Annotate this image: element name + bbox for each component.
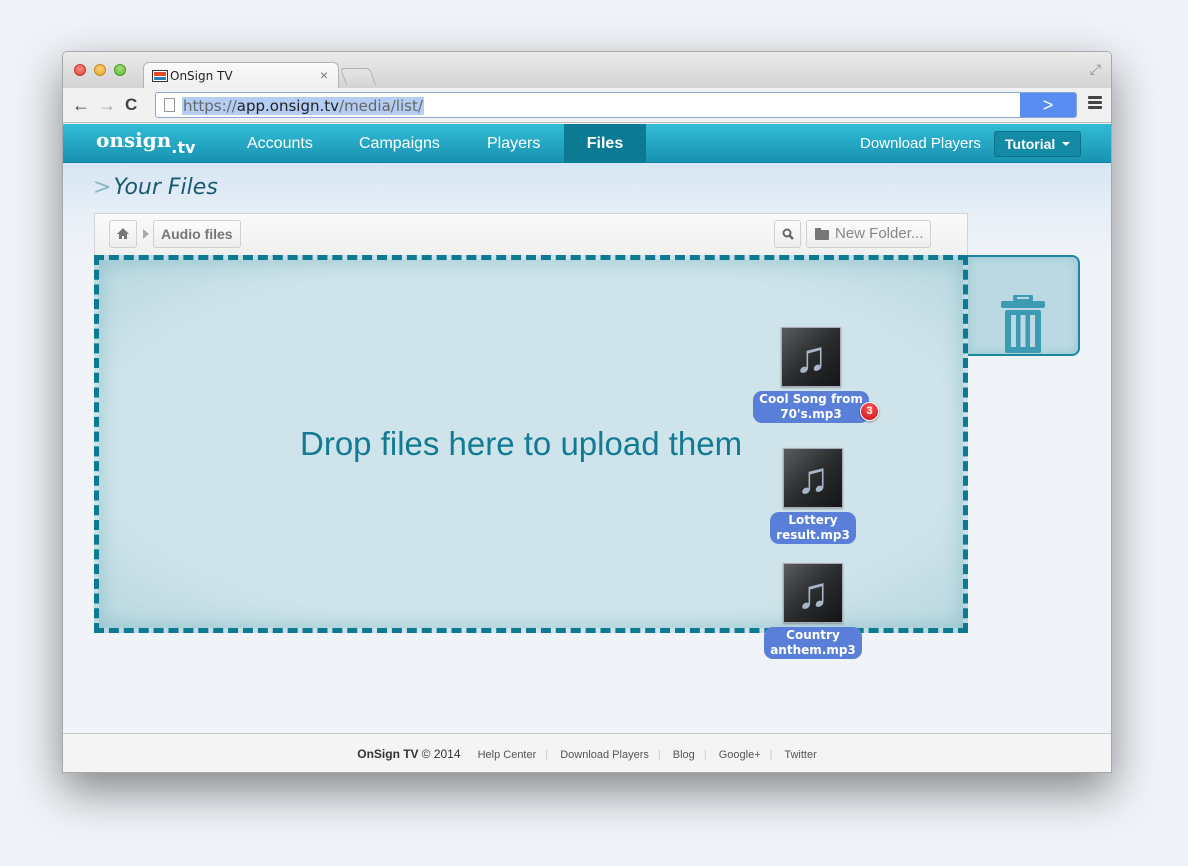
breadcrumb-separator-icon — [143, 229, 149, 239]
folder-icon — [815, 228, 829, 240]
zoom-window-button[interactable] — [114, 64, 126, 76]
file-name: Country anthem.mp3 — [764, 627, 862, 659]
tab-close-icon[interactable]: × — [320, 67, 328, 83]
forward-icon[interactable]: → — [98, 94, 116, 116]
nav-campaigns[interactable]: Campaigns — [359, 124, 440, 163]
home-icon — [117, 228, 129, 239]
favicon-icon — [152, 70, 168, 82]
browser-tab[interactable]: OnSign TV × — [143, 62, 339, 89]
browser-window: OnSign TV × ⤢ ← → C https://app.onsign.t… — [62, 51, 1112, 773]
breadcrumb-audio-files[interactable]: Audio files — [153, 220, 241, 248]
nav-players[interactable]: Players — [487, 124, 540, 163]
footer-brand: OnSign TV — [357, 747, 419, 761]
footer-link-blog[interactable]: Blog — [673, 749, 695, 761]
drop-hint: Drop files here to upload them — [300, 425, 743, 462]
page-title: >Your Files — [93, 175, 218, 200]
back-icon[interactable]: ← — [72, 94, 90, 116]
file-name: Lottery result.mp3 — [770, 512, 856, 544]
home-button[interactable] — [109, 220, 137, 248]
main-content: >Your Files Audio files New Folder... Dr… — [63, 163, 1111, 733]
tutorial-dropdown[interactable]: Tutorial — [994, 131, 1081, 157]
download-players-link[interactable]: Download Players — [860, 124, 981, 163]
footer-link-google-plus[interactable]: Google+ — [719, 749, 761, 761]
footer-copyright: © 2014 — [421, 747, 461, 761]
app-navbar: onsign.tv Accounts Campaigns Players Fil… — [63, 124, 1111, 169]
footer-link-twitter[interactable]: Twitter — [784, 749, 816, 761]
search-icon — [782, 228, 794, 240]
tab-title: OnSign TV — [170, 69, 233, 83]
file-item[interactable]: ♫ Cool Song from 70's.mp3 — [751, 327, 871, 423]
browser-toolbar: ← → C https://app.onsign.tv/media/list/ … — [63, 88, 1111, 123]
music-note-icon: ♫ — [781, 327, 841, 387]
minimize-window-button[interactable] — [94, 64, 106, 76]
selection-count-badge: 3 — [860, 402, 879, 421]
music-note-icon: ♫ — [783, 448, 843, 508]
footer: OnSign TV © 2014 Help Center | Download P… — [63, 733, 1111, 772]
new-tab-button[interactable] — [339, 68, 377, 85]
new-folder-button[interactable]: New Folder... — [806, 220, 931, 248]
close-window-button[interactable] — [74, 64, 86, 76]
nav-files[interactable]: Files — [564, 124, 646, 169]
file-browser-toolbar: Audio files New Folder... — [94, 213, 968, 255]
address-bar[interactable]: https://app.onsign.tv/media/list/ > — [155, 92, 1077, 118]
browser-menu-icon[interactable] — [1088, 96, 1102, 110]
file-item[interactable]: ♫ Lottery result.mp3 — [753, 448, 873, 544]
search-button[interactable] — [774, 220, 801, 248]
nav-accounts[interactable]: Accounts — [247, 124, 313, 163]
trash-dropzone[interactable] — [968, 255, 1080, 356]
reload-icon[interactable]: C — [125, 94, 137, 116]
url-text[interactable]: https://app.onsign.tv/media/list/ — [182, 97, 424, 115]
page-icon — [164, 98, 175, 112]
onsign-logo[interactable]: onsign.tv — [96, 128, 195, 157]
title-bar: OnSign TV × ⤢ — [63, 52, 1111, 89]
footer-link-help-center[interactable]: Help Center — [478, 749, 537, 761]
caret-down-icon — [1062, 142, 1070, 146]
footer-link-download-players[interactable]: Download Players — [560, 749, 649, 761]
music-note-icon: ♫ — [783, 563, 843, 623]
chevron-right-icon: > — [93, 175, 112, 200]
go-button[interactable]: > — [1020, 93, 1076, 117]
fullscreen-icon[interactable]: ⤢ — [1090, 61, 1101, 78]
file-item[interactable]: ♫ Country anthem.mp3 — [753, 563, 873, 659]
trash-icon — [1001, 295, 1045, 353]
file-name: Cool Song from 70's.mp3 — [753, 391, 869, 423]
